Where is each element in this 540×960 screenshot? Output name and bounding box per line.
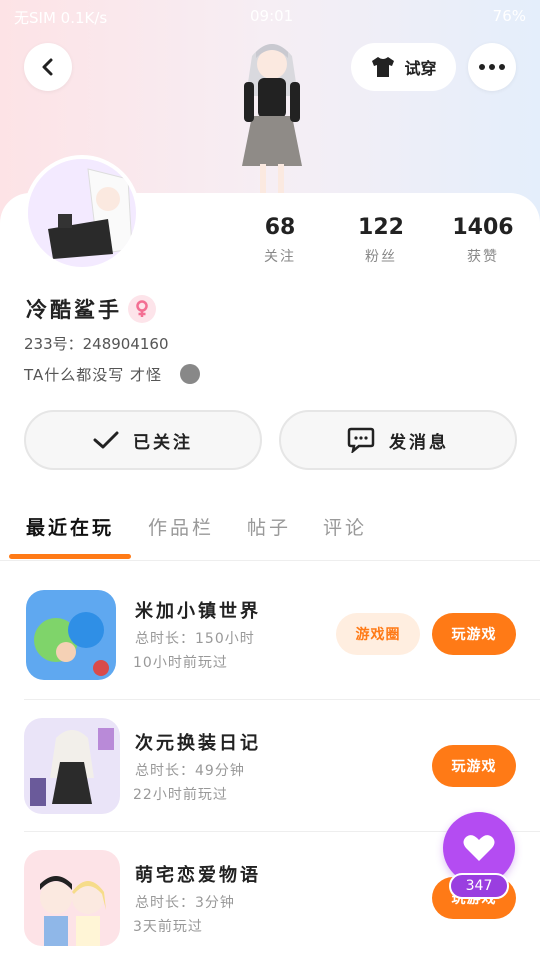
more-options-button[interactable]	[468, 43, 516, 91]
game-title: 次元换装日记	[135, 733, 261, 754]
game-icon	[24, 850, 120, 946]
tab-comments[interactable]: 评论	[323, 513, 367, 540]
list-item[interactable]: 次元换装日记 总时长：49分钟 22小时前玩过 玩游戏	[0, 702, 540, 832]
avatar[interactable]	[24, 155, 140, 271]
followed-button[interactable]: 已关注	[24, 410, 262, 470]
likes-count: 1406	[452, 215, 514, 240]
game-last-played: 3天前玩过	[133, 919, 203, 935]
likes-label: 获赞	[467, 249, 499, 265]
game-last-played: 22小时前玩过	[133, 787, 228, 803]
smiley-icon	[180, 364, 200, 384]
following-count: 68	[264, 215, 296, 240]
checkmark-icon	[93, 431, 119, 449]
user-id: 233号：248904160	[24, 335, 169, 353]
game-icon	[24, 718, 120, 814]
active-tab-indicator	[9, 554, 131, 559]
list-item[interactable]: 米加小镇世界 总时长：150小时 10小时前玩过 游戏圈 玩游戏	[0, 570, 540, 700]
more-dots-icon	[479, 64, 505, 70]
try-on-label: 试穿	[404, 59, 437, 78]
game-last-played: 10小时前玩过	[133, 655, 228, 671]
tab-recently-played[interactable]: 最近在玩	[26, 513, 114, 540]
send-message-label: 发消息	[389, 432, 449, 453]
following-label: 关注	[264, 249, 296, 265]
game-total-time: 总时长：150小时	[135, 631, 255, 647]
followers-label: 粉丝	[365, 249, 397, 265]
like-count-badge: 347	[449, 873, 509, 899]
stat-following[interactable]: 68 关注	[240, 215, 320, 266]
tshirt-icon	[372, 57, 395, 77]
followers-count: 122	[358, 215, 404, 240]
tab-posts[interactable]: 帖子	[247, 513, 291, 540]
game-circle-button[interactable]: 游戏圈	[336, 613, 420, 655]
chat-bubble-icon	[347, 427, 375, 453]
username: 冷酷鲨手	[26, 298, 122, 322]
game-title: 萌宅恋爱物语	[135, 865, 261, 886]
bio-text: TA什么都没写 才怪	[24, 366, 163, 384]
play-game-button[interactable]: 玩游戏	[432, 613, 516, 655]
stat-likes[interactable]: 1406 获赞	[443, 215, 523, 266]
tab-divider	[0, 560, 540, 561]
game-total-time: 总时长：49分钟	[135, 763, 245, 779]
try-on-button[interactable]: 试穿	[351, 43, 456, 91]
tab-works[interactable]: 作品栏	[148, 513, 214, 540]
avatar-illustration	[28, 159, 136, 267]
status-bar: 无SIM 0.1K/s 09:01 76%	[0, 0, 540, 34]
battery-level: 76%	[492, 7, 526, 25]
clock: 09:01	[250, 7, 294, 25]
game-title: 米加小镇世界	[135, 601, 261, 622]
heart-icon	[463, 835, 495, 861]
chevron-left-icon	[42, 58, 53, 76]
game-total-time: 总时长：3分钟	[135, 895, 235, 911]
network-status: 无SIM 0.1K/s	[14, 9, 108, 27]
stat-followers[interactable]: 122 粉丝	[341, 215, 421, 266]
send-message-button[interactable]: 发消息	[279, 410, 517, 470]
game-icon	[26, 590, 116, 680]
play-game-button[interactable]: 玩游戏	[432, 745, 516, 787]
row-divider	[24, 699, 540, 700]
gender-female-icon	[128, 295, 156, 323]
followed-label: 已关注	[133, 432, 193, 453]
avatar-character-illustration	[242, 44, 302, 194]
back-button[interactable]	[24, 43, 72, 91]
